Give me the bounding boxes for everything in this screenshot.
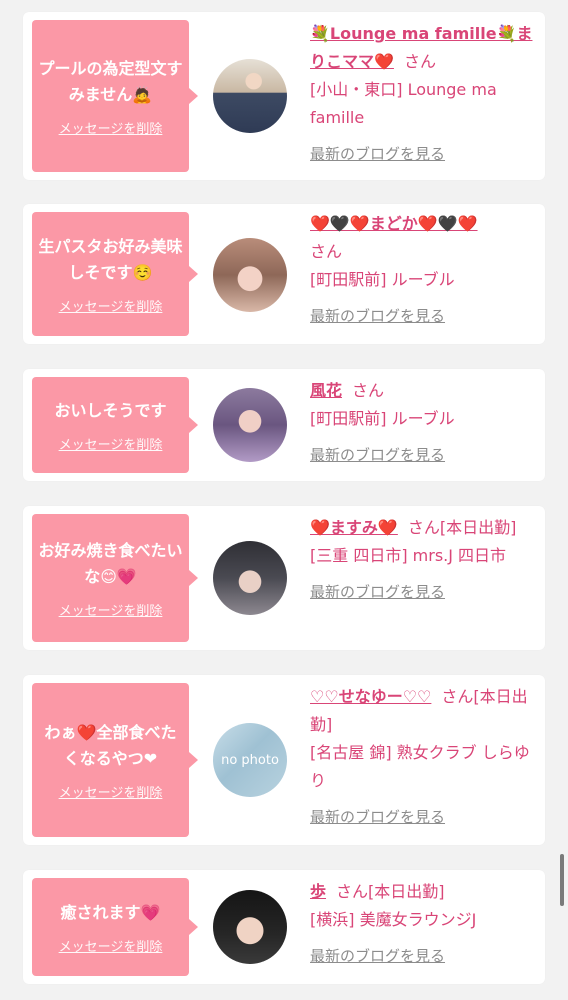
sender-info: ❤️ますみ❤️ さん[本日出勤] [三重 四日市] mrs.J 四日市 最新のブロ… bbox=[310, 514, 538, 606]
message-bubble: 癒されます💗 メッセージを削除 bbox=[32, 878, 198, 976]
message-bubble: わぁ❤️全部食べたくなるやつ❤ メッセージを削除 bbox=[32, 683, 198, 837]
message-text: 癒されます💗 bbox=[60, 902, 161, 922]
message-card: 生パスタお好み美味しそです☺️ メッセージを削除 ❤️🖤❤️まどか❤️🖤❤️ さ… bbox=[23, 204, 545, 344]
message-text: わぁ❤️全部食べたくなるやつ❤ bbox=[44, 722, 177, 768]
sender-name-link[interactable]: ❤️🖤❤️まどか❤️🖤❤️ bbox=[310, 214, 478, 233]
message-bubble: お好み焼き食べたいな😊💗 メッセージを削除 bbox=[32, 514, 198, 642]
sender-info: 💐Lounge ma famille💐まりこママ❤️ さん [小山・東口] Lou… bbox=[310, 20, 538, 168]
message-card: 癒されます💗 メッセージを削除 歩さん[本日出勤] [横浜] 美魔女ラウンジJ … bbox=[23, 870, 545, 984]
shop-name: [町田駅前] ルーブル bbox=[310, 270, 455, 289]
shop-name: [小山・東口] Lounge ma famille bbox=[310, 80, 497, 127]
message-text: おいしそうです bbox=[54, 400, 167, 420]
black-hair-avatar[interactable] bbox=[213, 890, 287, 964]
kimono-photo-avatar[interactable] bbox=[213, 59, 287, 133]
san-label: さん bbox=[310, 242, 343, 261]
sender-info: ❤️🖤❤️まどか❤️🖤❤️ さん [町田駅前] ルーブル 最新のブログを見る bbox=[310, 210, 538, 330]
sender-name-link[interactable]: 風花 bbox=[310, 381, 342, 400]
message-card: おいしそうです メッセージを削除 風花 さん [町田駅前] ルーブル 最新のブログ… bbox=[23, 369, 545, 481]
shop-name: [名古屋 錦] 熟女クラブ しらゆり bbox=[310, 743, 530, 790]
san-today-label: さん[本日出勤] bbox=[407, 518, 517, 537]
delete-message-link[interactable]: メッセージを削除 bbox=[59, 936, 163, 955]
shop-name: [町田駅前] ルーブル bbox=[310, 409, 455, 428]
shop-name: [横浜] 美魔女ラウンジJ bbox=[310, 910, 477, 929]
delete-message-link[interactable]: メッセージを削除 bbox=[59, 434, 163, 453]
sender-info: 風花 さん [町田駅前] ルーブル 最新のブログを見る bbox=[310, 377, 538, 469]
no-photo-text: no photo bbox=[221, 753, 279, 768]
latest-blog-link[interactable]: 最新のブログを見る bbox=[310, 578, 538, 606]
sender-name-link[interactable]: 歩 bbox=[310, 882, 326, 901]
message-text: お好み焼き食べたいな😊💗 bbox=[38, 540, 183, 586]
latest-blog-link[interactable]: 最新のブログを見る bbox=[310, 302, 538, 330]
cat-filter-avatar[interactable] bbox=[213, 541, 287, 615]
sender-info: 歩さん[本日出勤] [横浜] 美魔女ラウンジJ 最新のブログを見る bbox=[310, 878, 538, 970]
san-label: さん bbox=[403, 52, 436, 71]
message-bubble: 生パスタお好み美味しそです☺️ メッセージを削除 bbox=[32, 212, 198, 336]
latest-blog-link[interactable]: 最新のブログを見る bbox=[310, 942, 538, 970]
latest-blog-link[interactable]: 最新のブログを見る bbox=[310, 803, 538, 831]
delete-message-link[interactable]: メッセージを削除 bbox=[59, 296, 163, 315]
delete-message-link[interactable]: メッセージを削除 bbox=[59, 600, 163, 619]
latest-blog-link[interactable]: 最新のブログを見る bbox=[310, 140, 538, 168]
message-card: お好み焼き食べたいな😊💗 メッセージを削除 ❤️ますみ❤️ さん[本日出勤] [三… bbox=[23, 506, 545, 650]
purple-photo-avatar[interactable] bbox=[213, 388, 287, 462]
delete-message-link[interactable]: メッセージを削除 bbox=[59, 118, 163, 137]
scrollbar[interactable] bbox=[560, 854, 564, 906]
message-bubble: プールの為定型文すみません🙇 メッセージを削除 bbox=[32, 20, 198, 172]
sender-info: ♡♡せなゆー♡♡ さん[本日出勤] [名古屋 錦] 熟女クラブ しらゆり 最新のブ… bbox=[310, 683, 538, 831]
delete-message-link[interactable]: メッセージを削除 bbox=[59, 782, 163, 801]
girl-photo-avatar[interactable] bbox=[213, 238, 287, 312]
san-label: さん bbox=[352, 381, 385, 400]
sender-name-link[interactable]: ❤️ますみ❤️ bbox=[310, 518, 398, 537]
message-text: 生パスタお好み美味しそです☺️ bbox=[38, 236, 183, 282]
message-card: プールの為定型文すみません🙇 メッセージを削除 💐Lounge ma famil… bbox=[23, 12, 545, 180]
latest-blog-link[interactable]: 最新のブログを見る bbox=[310, 441, 538, 469]
message-card: わぁ❤️全部食べたくなるやつ❤ メッセージを削除 no photo ♡♡せなゆー… bbox=[23, 675, 545, 845]
message-text: プールの為定型文すみません🙇 bbox=[38, 58, 183, 104]
message-bubble: おいしそうです メッセージを削除 bbox=[32, 377, 198, 473]
shop-name: [三重 四日市] mrs.J 四日市 bbox=[310, 546, 507, 565]
sender-name-link[interactable]: ♡♡せなゆー♡♡ bbox=[310, 687, 431, 706]
no-photo-avatar[interactable]: no photo bbox=[213, 723, 287, 797]
san-today-label: さん[本日出勤] bbox=[336, 882, 445, 901]
